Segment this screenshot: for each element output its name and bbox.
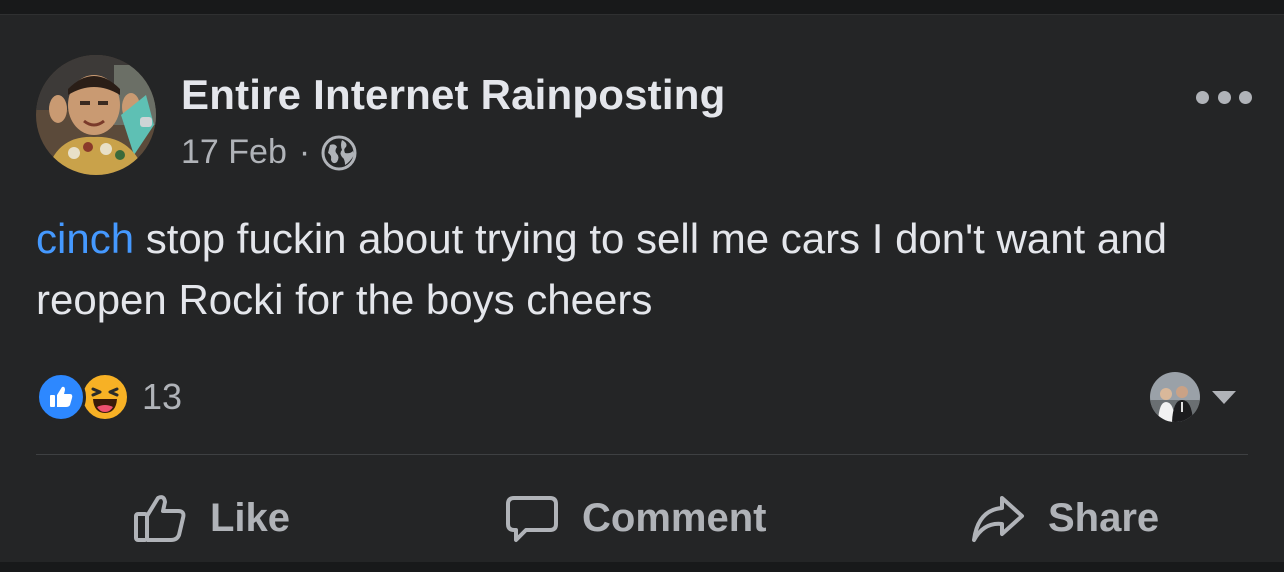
author-name[interactable]: Entire Internet Rainposting	[181, 71, 725, 119]
globe-icon[interactable]	[320, 134, 358, 172]
post-meta: 17 Feb ·	[181, 133, 358, 172]
top-separator	[0, 0, 1284, 14]
comment-button[interactable]: Comment	[504, 483, 766, 553]
like-label: Like	[210, 495, 291, 540]
bottom-separator	[0, 562, 1284, 572]
divider	[36, 454, 1248, 455]
more-dot	[1239, 90, 1252, 104]
like-button[interactable]: Like	[132, 483, 290, 553]
caret-down-icon[interactable]	[1210, 387, 1238, 407]
post-text: cinch stop fuckin about trying to sell m…	[36, 208, 1246, 330]
meta-separator: ·	[298, 133, 311, 171]
post-card: Entire Internet Rainposting 17 Feb · cin…	[0, 14, 1284, 563]
like-reaction-icon	[36, 372, 86, 422]
mention-link[interactable]: cinch	[36, 215, 134, 262]
more-dot	[1196, 90, 1209, 104]
reaction-count: 13	[142, 376, 183, 417]
more-dot	[1217, 90, 1231, 104]
comment-label: Comment	[582, 495, 767, 540]
comment-icon	[506, 496, 558, 542]
reaction-summary[interactable]: 13	[36, 371, 182, 423]
share-button[interactable]: Share	[970, 483, 1159, 553]
post-body-text: stop fuckin about trying to sell me cars…	[36, 215, 1167, 323]
more-options-icon[interactable]	[1196, 81, 1252, 113]
haha-reaction-icon	[80, 372, 130, 422]
react-as-selector[interactable]	[1150, 372, 1238, 422]
post-date[interactable]: 17 Feb	[181, 133, 287, 172]
viewer-avatar	[1150, 372, 1200, 422]
share-arrow-icon	[972, 496, 1024, 542]
share-label: Share	[1048, 495, 1160, 540]
thumbs-up-icon	[134, 495, 186, 542]
author-avatar[interactable]	[36, 55, 156, 175]
